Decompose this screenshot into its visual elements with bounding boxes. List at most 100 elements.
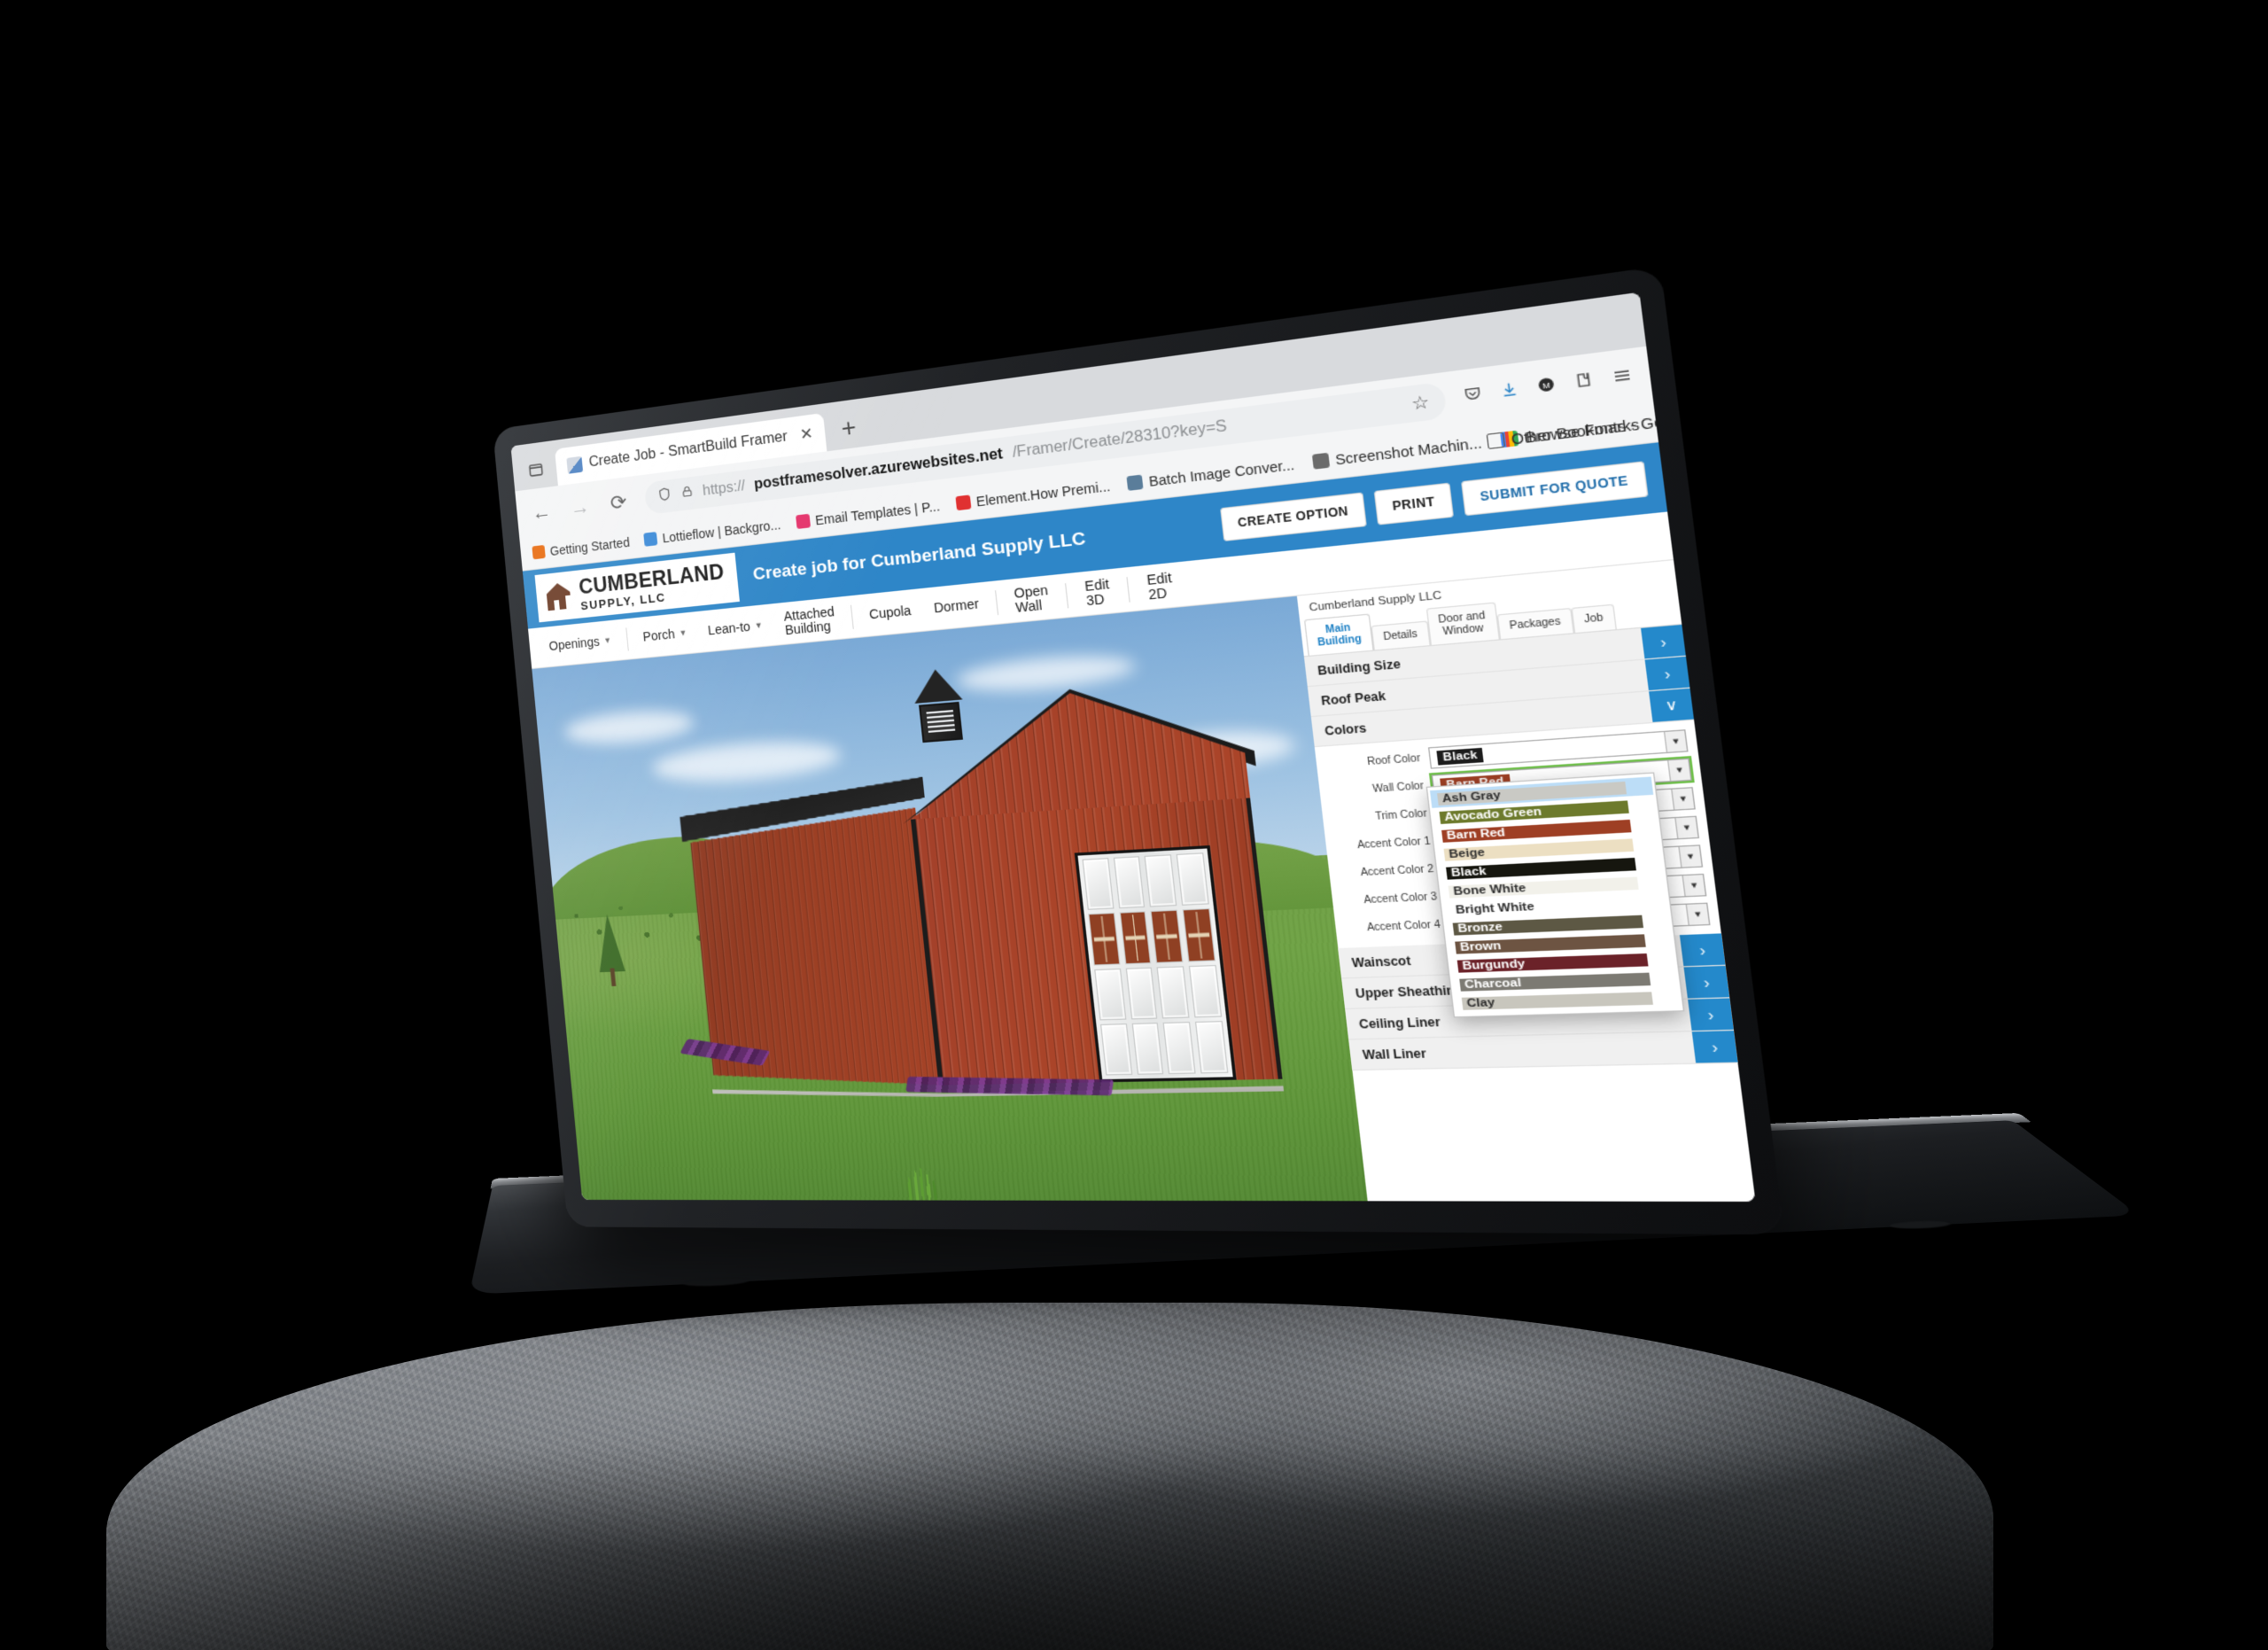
logo-text: CUMBERLAND SUPPLY, LLC [578, 559, 726, 612]
garage-door-row [1082, 852, 1209, 911]
tab-list-icon[interactable] [520, 453, 551, 486]
reload-icon[interactable]: ⟳ [605, 488, 633, 516]
globe-icon [1126, 474, 1144, 491]
new-tab-button[interactable]: + [831, 412, 867, 445]
field-label: Accent Color 3 [1363, 891, 1438, 907]
colors-form: Roof Color Black ▼ Wall Color Barn Red ▼ [1314, 720, 1721, 1018]
menu-item-porch[interactable]: Porch ▼ [633, 622, 697, 649]
chevron-down-icon: ▼ [678, 627, 687, 638]
menu-icon[interactable] [1610, 364, 1635, 391]
account-icon[interactable]: M [1535, 375, 1557, 400]
door-window [1182, 908, 1216, 962]
barn-side-wall [686, 799, 944, 1114]
create-option-button[interactable]: CREATE OPTION [1220, 492, 1367, 541]
bookmark-item[interactable]: Getting Started [532, 534, 630, 560]
chevron-right-icon[interactable]: › [1691, 1031, 1738, 1063]
bookmark-item[interactable]: Lottieflow | Backgro... [643, 517, 781, 547]
chevron-right-icon[interactable]: › [1683, 965, 1730, 999]
menu-item-edit-2d[interactable]: Edit 2D [1134, 565, 1185, 606]
bookmark-label: Getting Started [549, 534, 631, 558]
menu-label: Openings [548, 634, 601, 654]
door-panel [1144, 854, 1177, 908]
menu-item-lean-to[interactable]: Lean-to ▼ [697, 614, 773, 642]
cupola [906, 667, 971, 743]
chevron-right-icon[interactable]: › [1644, 656, 1690, 691]
door-panel [1162, 1022, 1196, 1075]
garage-door-row [1099, 1021, 1229, 1076]
menu-item-attached-building[interactable]: Attached Building [773, 600, 847, 642]
chevron-down-icon[interactable]: ▼ [1678, 845, 1702, 868]
tab-job[interactable]: Job [1570, 603, 1617, 634]
door-panel [1194, 1021, 1229, 1074]
forward-icon[interactable]: → [566, 494, 594, 520]
lock-icon [680, 484, 695, 503]
close-icon[interactable]: ✕ [799, 424, 814, 445]
back-icon[interactable]: ← [528, 498, 555, 525]
tab-main-building[interactable]: Main Building [1303, 613, 1374, 656]
chevron-right-icon[interactable]: › [1679, 933, 1726, 967]
house-logo-icon [545, 581, 572, 611]
app-workspace: Cumberland Supply LLC Main Building Deta… [532, 560, 1756, 1202]
pocket-icon[interactable] [1462, 384, 1484, 409]
field-label: Roof Color [1366, 752, 1422, 768]
chevron-down-icon[interactable]: ▼ [1663, 730, 1688, 752]
tab-label: Details [1382, 628, 1418, 643]
download-icon[interactable] [1498, 379, 1520, 404]
browser-toolbar-icons: M [1462, 364, 1635, 409]
option-label: Clay [1461, 991, 1653, 1010]
shield-icon [656, 486, 673, 507]
door-panel [1094, 968, 1127, 1021]
field-label: Accent Color 1 [1356, 836, 1432, 852]
bookmark-item[interactable]: Element.How Premi... [955, 478, 1111, 511]
door-panel [1176, 852, 1209, 907]
door-panel [1125, 967, 1158, 1020]
field-label: Accent Color 2 [1360, 863, 1435, 879]
building-3d-viewport[interactable] [532, 595, 1374, 1202]
chevron-down-icon[interactable]: ▼ [1682, 875, 1705, 897]
menu-item-cupola[interactable]: Cupola [858, 599, 922, 627]
menu-label: Attached Building [782, 603, 835, 637]
garage-door-row [1094, 964, 1222, 1021]
menu-divider [1126, 576, 1131, 603]
chevron-down-icon[interactable]: ▼ [1674, 816, 1698, 839]
submit-for-quote-button[interactable]: SUBMIT FOR QUOTE [1460, 461, 1649, 517]
menu-divider [995, 589, 999, 615]
chevron-down-icon[interactable]: ▼ [1671, 788, 1695, 810]
barn-model[interactable] [676, 667, 1282, 1089]
cupola-body [918, 702, 963, 743]
menu-item-dormer[interactable]: Dormer [922, 592, 990, 620]
field-label: Accent Color 4 [1366, 919, 1441, 934]
bookmark-star-icon[interactable]: ☆ [1410, 391, 1431, 414]
tree-crown [594, 914, 625, 973]
chevron-right-icon[interactable]: › [1688, 998, 1734, 1031]
url-scheme: https:// [702, 478, 747, 500]
grass-tuft [897, 1155, 946, 1202]
selected-value: Black [1436, 747, 1485, 766]
site-icon [643, 532, 658, 547]
chevron-down-icon[interactable]: ∨ [1649, 688, 1694, 722]
menu-item-open-wall[interactable]: Open Wall [1002, 578, 1061, 619]
option-label: Burgundy [1456, 953, 1649, 973]
tab-door-and-window[interactable]: Door and Window [1425, 602, 1500, 646]
menu-item-openings[interactable]: Openings ▼ [539, 629, 621, 658]
print-button[interactable]: PRINT [1373, 482, 1454, 525]
tab-label: Door and Window [1437, 610, 1487, 638]
bookmark-item[interactable]: Screenshot Machin... [1311, 433, 1483, 470]
color-dropdown-list[interactable]: Ash Gray Avocado Green Barn Red Beige Bl… [1425, 772, 1685, 1018]
chevron-down-icon[interactable]: ▼ [1685, 903, 1709, 925]
tab-details[interactable]: Details [1371, 619, 1431, 650]
menu-divider [850, 604, 854, 629]
bookmark-item[interactable]: Email Templates | P... [795, 498, 941, 530]
garage-door[interactable] [1074, 845, 1237, 1083]
menu-label: Open Wall [1013, 581, 1049, 615]
svg-text:M: M [1542, 380, 1550, 391]
bookmark-label: Screenshot Machin... [1334, 433, 1483, 468]
chevron-down-icon[interactable]: ▼ [1666, 759, 1691, 782]
menu-divider [1065, 582, 1069, 608]
menu-item-edit-3d[interactable]: Edit 3D [1073, 572, 1123, 612]
menu-label: Cupola [868, 603, 913, 622]
chevron-right-icon[interactable]: › [1641, 624, 1686, 659]
extension-icon[interactable] [1573, 370, 1596, 395]
door-panel [1131, 1023, 1164, 1076]
other-bookmarks-item[interactable]: Other Bookmarks [1486, 416, 1640, 450]
